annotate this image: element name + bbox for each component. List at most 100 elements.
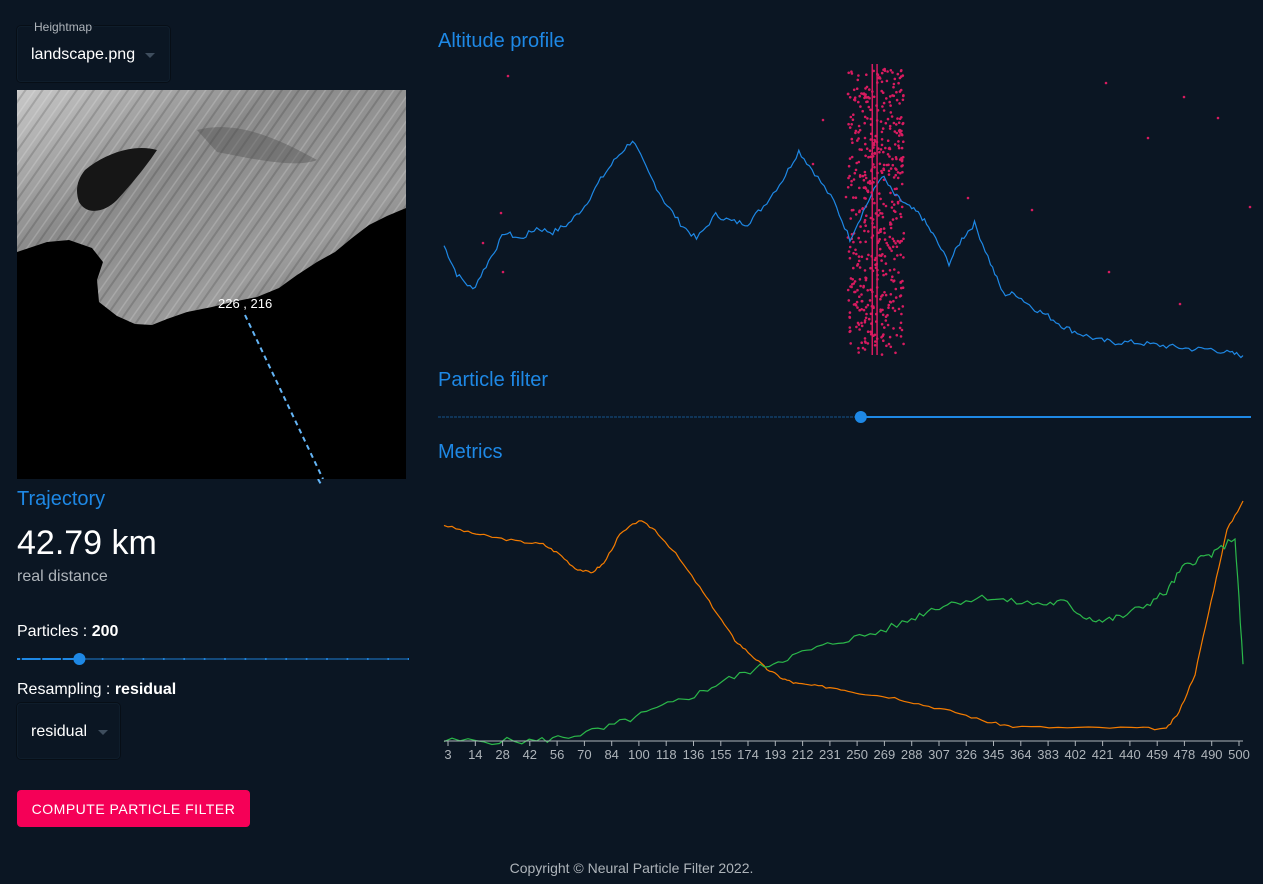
x-tick-label: 402	[1064, 747, 1086, 762]
particle-dot	[863, 136, 867, 140]
particle-dot	[861, 109, 864, 113]
particle-dot	[850, 183, 853, 187]
particle-dot	[888, 300, 892, 304]
particle-dot	[893, 257, 896, 261]
x-tick-label: 307	[928, 747, 950, 762]
particle-dot	[893, 309, 897, 313]
resampling-label-text: Resampling :	[17, 681, 115, 698]
particle-dot	[897, 129, 901, 132]
particle-dot	[895, 157, 898, 161]
resampling-select-value: residual	[31, 723, 88, 740]
heightmap-canvas: 226 , 216	[17, 90, 406, 479]
slider-mark	[387, 658, 390, 660]
particle-dot	[852, 240, 855, 244]
x-tick-label: 212	[792, 747, 814, 762]
particle-dot	[855, 161, 858, 165]
particle-dot	[864, 316, 868, 320]
particle-dot	[873, 201, 876, 205]
particle-dot	[896, 176, 900, 180]
x-tick-label: 28	[495, 747, 509, 762]
heightmap-select[interactable]: Heightmap landscape.png	[17, 20, 170, 82]
slider-mark	[40, 658, 43, 660]
particles-slider[interactable]	[17, 650, 409, 668]
trajectory-title: Trajectory	[17, 488, 106, 510]
particle-dot	[883, 255, 887, 258]
particle-dot	[852, 251, 855, 255]
particle-dot	[868, 96, 871, 100]
particle-dot	[857, 255, 861, 258]
particle-dot	[899, 215, 903, 219]
particle-dot	[902, 231, 906, 235]
particle-dot	[895, 98, 899, 102]
particle-dot	[887, 169, 891, 173]
resampling-value: residual	[114, 681, 177, 698]
particle-dot	[857, 74, 860, 77]
particles-slider-thumb[interactable]	[73, 653, 86, 665]
particle-dot	[865, 96, 869, 99]
slider-mark	[264, 658, 267, 660]
heightmap-image[interactable]: 226 , 216	[17, 90, 406, 479]
particle-dot	[892, 239, 896, 243]
particle-dot	[891, 157, 894, 161]
particle-dot	[867, 105, 871, 109]
particle-filter-slider[interactable]	[438, 408, 1253, 428]
particle-dot	[861, 174, 865, 178]
particle-dot	[899, 294, 903, 297]
particle-dot	[860, 324, 864, 328]
particle-dot	[863, 170, 867, 174]
resampling-select[interactable]: residual	[17, 703, 120, 759]
metrics-x-ticks: 3 14 28 42 56 70 84 100 118 136 155 174 193 212 231 250…	[444, 741, 1250, 762]
particle-dot	[873, 333, 877, 337]
particle-dot	[899, 212, 902, 216]
particle-dot	[900, 132, 903, 136]
particle-dot	[869, 108, 872, 112]
particle-dot	[897, 307, 901, 311]
particle-dot	[880, 71, 884, 75]
particle-dot	[882, 163, 886, 167]
particle-dot	[888, 335, 892, 339]
particle-dot	[854, 213, 858, 216]
particle-dot	[865, 214, 868, 217]
particle-dot	[892, 327, 895, 330]
particle-dot	[895, 333, 899, 337]
particle-dot	[865, 73, 868, 76]
particle-dot	[888, 124, 892, 128]
particle-dot	[898, 241, 902, 244]
particle-dot	[900, 328, 904, 332]
particle-dot	[846, 186, 850, 189]
particle-dot	[885, 163, 889, 167]
particle-dot	[899, 75, 903, 78]
particle-dot	[900, 156, 903, 160]
particle-dot	[856, 306, 859, 309]
particle-dot	[881, 253, 884, 256]
particle-dot	[849, 115, 853, 119]
x-tick-label: 490	[1201, 747, 1223, 762]
particle-dot	[896, 254, 899, 257]
particle-dot	[891, 237, 895, 241]
particle-dot	[884, 146, 887, 150]
slider-mark	[346, 658, 349, 660]
particle-dot	[889, 345, 893, 349]
particle-dot	[851, 141, 854, 144]
particle-dot	[892, 299, 895, 303]
particle-dot	[879, 197, 882, 201]
particle-dot	[878, 150, 881, 154]
particle-dot	[858, 174, 862, 177]
particle-dot	[901, 98, 905, 102]
trajectory-line-tail	[317, 479, 323, 487]
particle-dot	[855, 325, 858, 329]
particle-dot	[881, 313, 885, 317]
particle-dot	[866, 117, 869, 120]
particle-dot	[873, 152, 877, 155]
particle-dot	[859, 105, 862, 108]
particle-dot	[897, 271, 900, 274]
particle-filter-slider-thumb[interactable]	[854, 411, 867, 423]
compute-particle-filter-button[interactable]: COMPUTE PARTICLE FILTER	[17, 790, 250, 827]
particle-dot	[899, 335, 903, 338]
particle-dot	[879, 120, 883, 123]
particle-dot	[891, 71, 894, 74]
particle-dot	[885, 241, 888, 245]
particle-dot	[849, 329, 852, 333]
altitude-profile-title: Altitude profile	[438, 30, 565, 52]
particle-dot	[857, 323, 861, 326]
